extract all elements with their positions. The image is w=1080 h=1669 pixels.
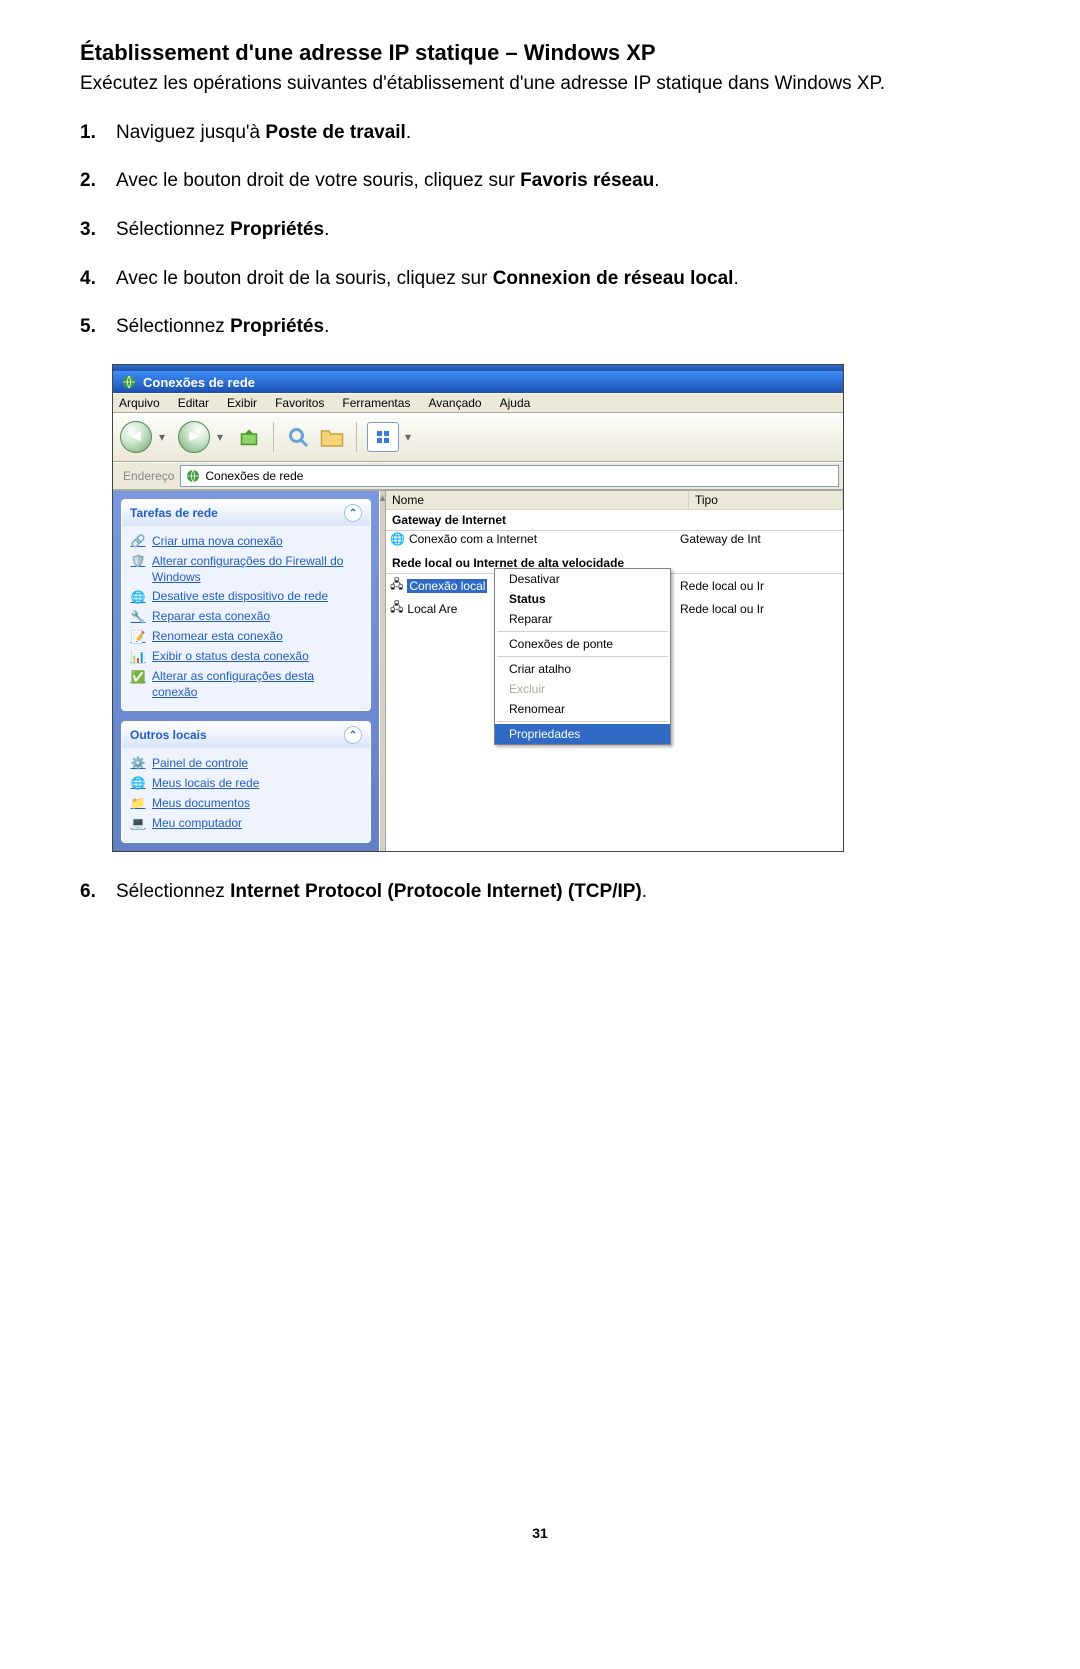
- address-icon: [185, 468, 201, 484]
- menu-editar[interactable]: Editar: [178, 396, 209, 410]
- address-bar: Endereço Conexões de rede: [113, 462, 843, 490]
- step-5: 5. Sélectionnez Propriétés.: [80, 315, 1000, 340]
- step-1: 1. Naviguez jusqu'à Poste de travail.: [80, 121, 1000, 146]
- address-value: Conexões de rede: [205, 469, 303, 483]
- panel-head-other[interactable]: Outros locais ⌃: [122, 722, 370, 748]
- collapse-icon[interactable]: ⌃: [344, 504, 362, 522]
- menu-arquivo[interactable]: Arquivo: [119, 396, 160, 410]
- doc-heading: Établissement d'une adresse IP statique …: [80, 40, 1000, 66]
- menu-avancado[interactable]: Avançado: [428, 396, 481, 410]
- menu-ferramentas[interactable]: Ferramentas: [342, 396, 410, 410]
- ctx-propriedades[interactable]: Propriedades: [495, 724, 670, 744]
- ctx-separator-3: [497, 721, 668, 722]
- repair-icon: 🔧: [130, 609, 146, 625]
- back-dropdown-icon[interactable]: ▾: [159, 430, 171, 444]
- computer-icon: 💻: [130, 816, 146, 832]
- task-new-connection[interactable]: 🔗Criar uma nova conexão: [130, 532, 362, 552]
- views-button[interactable]: [367, 422, 399, 452]
- ctx-status[interactable]: Status: [495, 589, 670, 609]
- splitter[interactable]: ▲: [379, 491, 386, 851]
- window-titlebar[interactable]: Conexões de rede: [113, 371, 843, 393]
- panel-other-places: Outros locais ⌃ ⚙️Painel de controle 🌐Me…: [121, 721, 371, 843]
- ctx-desativar[interactable]: Desativar: [495, 569, 670, 589]
- menu-favoritos[interactable]: Favoritos: [275, 396, 324, 410]
- menubar[interactable]: Arquivo Editar Exibir Favoritos Ferramen…: [113, 393, 843, 413]
- toolbar-separator-2: [356, 422, 357, 452]
- search-button[interactable]: [284, 423, 312, 451]
- other-my-documents[interactable]: 📁Meus documentos: [130, 794, 362, 814]
- views-dropdown-icon[interactable]: ▾: [405, 430, 417, 444]
- address-label: Endereço: [117, 469, 180, 483]
- address-field[interactable]: Conexões de rede: [180, 465, 839, 487]
- main-list: Nome Tipo Gateway de Internet 🌐Conexão c…: [386, 491, 843, 851]
- ctx-criar-atalho[interactable]: Criar atalho: [495, 659, 670, 679]
- toolbar-separator: [273, 422, 274, 452]
- disable-device-icon: 🌐: [130, 589, 146, 605]
- firewall-icon: 🛡️: [130, 554, 146, 570]
- forward-button[interactable]: ◄: [177, 420, 211, 454]
- settings-icon: ✅: [130, 669, 146, 685]
- step-3: 3. Sélectionnez Propriétés.: [80, 218, 1000, 243]
- panel-head-tasks[interactable]: Tarefas de rede ⌃: [122, 500, 370, 526]
- group-gateway: Gateway de Internet: [386, 510, 843, 531]
- toolbar: ◄ ▾ ◄ ▾ ▾: [113, 413, 843, 462]
- control-panel-icon: ⚙️: [130, 756, 146, 772]
- documents-icon: 📁: [130, 796, 146, 812]
- col-name[interactable]: Nome: [386, 491, 689, 509]
- step-6: 6. Sélectionnez Internet Protocol (Proto…: [80, 880, 1000, 905]
- menu-exibir[interactable]: Exibir: [227, 396, 257, 410]
- globe-icon: 🌐: [390, 532, 405, 546]
- window-content: Tarefas de rede ⌃ 🔗Criar uma nova conexã…: [113, 490, 843, 851]
- up-button[interactable]: [235, 423, 263, 451]
- other-control-panel[interactable]: ⚙️Painel de controle: [130, 754, 362, 774]
- rename-icon: 📝: [130, 629, 146, 645]
- ctx-bridge[interactable]: Conexões de ponte: [495, 634, 670, 654]
- ctx-separator-1: [497, 631, 668, 632]
- back-button[interactable]: ◄: [119, 420, 153, 454]
- task-rename[interactable]: 📝Renomear esta conexão: [130, 627, 362, 647]
- doc-intro: Exécutez les opérations suivantes d'étab…: [80, 72, 1000, 97]
- task-firewall[interactable]: 🛡️Alterar configurações do Firewall do W…: [130, 552, 362, 587]
- panel-network-tasks: Tarefas de rede ⌃ 🔗Criar uma nova conexã…: [121, 499, 371, 711]
- other-network-places[interactable]: 🌐Meus locais de rede: [130, 774, 362, 794]
- step-2: 2. Avec le bouton droit de votre souris,…: [80, 169, 1000, 194]
- sidebar: Tarefas de rede ⌃ 🔗Criar uma nova conexã…: [113, 491, 379, 851]
- ctx-separator-2: [497, 656, 668, 657]
- column-headers: Nome Tipo: [386, 491, 843, 510]
- row-internet-connection[interactable]: 🌐Conexão com a Internet Gateway de Int: [386, 531, 843, 547]
- page-number: 31: [80, 1525, 1000, 1571]
- screenshot-window: Conexões de rede Arquivo Editar Exibir F…: [112, 364, 844, 852]
- menu-ajuda[interactable]: Ajuda: [500, 396, 531, 410]
- lan-icon: 🖧: [390, 575, 403, 596]
- task-disable-device[interactable]: 🌐Desative este dispositivo de rede: [130, 587, 362, 607]
- folders-button[interactable]: [318, 423, 346, 451]
- ctx-excluir: Excluir: [495, 679, 670, 699]
- new-connection-icon: 🔗: [130, 534, 146, 550]
- step-4: 4. Avec le bouton droit de la souris, cl…: [80, 267, 1000, 292]
- task-status[interactable]: 📊Exibir o status desta conexão: [130, 647, 362, 667]
- window-title: Conexões de rede: [143, 375, 255, 390]
- lan-icon-2: 🖧: [390, 598, 403, 619]
- status-icon: 📊: [130, 649, 146, 665]
- forward-dropdown-icon[interactable]: ▾: [217, 430, 229, 444]
- network-places-icon: 🌐: [130, 776, 146, 792]
- task-change-settings[interactable]: ✅Alterar as configurações desta conexão: [130, 667, 362, 702]
- context-menu[interactable]: Desativar Status Reparar Conexões de pon…: [494, 568, 671, 745]
- ctx-renomear[interactable]: Renomear: [495, 699, 670, 719]
- network-connections-icon: [121, 374, 137, 390]
- ctx-reparar[interactable]: Reparar: [495, 609, 670, 629]
- col-type[interactable]: Tipo: [689, 491, 843, 509]
- other-my-computer[interactable]: 💻Meu computador: [130, 814, 362, 834]
- collapse-icon-2[interactable]: ⌃: [344, 726, 362, 744]
- task-repair[interactable]: 🔧Reparar esta conexão: [130, 607, 362, 627]
